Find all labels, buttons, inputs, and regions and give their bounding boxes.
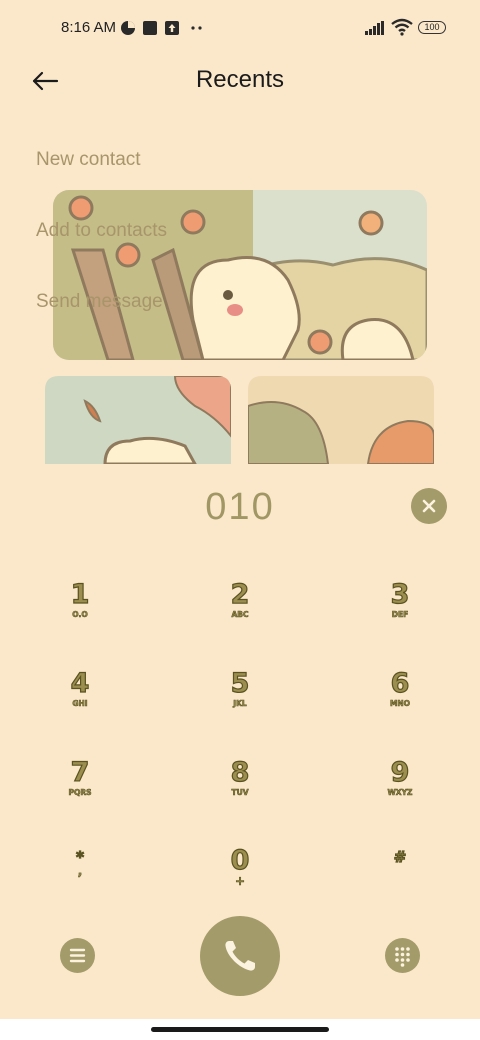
more-notifications-icon <box>191 26 202 30</box>
key-9[interactable]: 9 WXYZ <box>350 757 450 822</box>
send-message-option[interactable]: Send message <box>36 291 163 313</box>
clear-button[interactable] <box>411 488 447 524</box>
key-letters: DEF <box>391 610 409 620</box>
notification-icon <box>143 21 157 35</box>
signal-icon <box>365 21 384 35</box>
status-bar: 8:16 AM 100 <box>0 0 480 56</box>
key-2[interactable]: 2 ABC <box>190 579 290 644</box>
menu-icon <box>69 948 86 963</box>
dialed-number: 010 <box>205 486 275 528</box>
key-letters: TUV <box>231 788 249 798</box>
key-letters: PQRS <box>68 788 92 798</box>
new-contact-option[interactable]: New contact <box>36 149 141 171</box>
theme-icon <box>121 21 135 35</box>
key-digit: 3 <box>390 579 410 610</box>
dialpad-button[interactable] <box>385 938 420 973</box>
key-letters: MNO <box>389 699 411 709</box>
key-4[interactable]: 4 GHI <box>30 668 130 733</box>
key-7[interactable]: 7 PQRS <box>30 757 130 822</box>
home-indicator[interactable] <box>151 1027 329 1032</box>
key-star[interactable]: * , <box>30 847 130 912</box>
wallpaper-illustration-left <box>45 376 231 464</box>
wallpaper-illustration-large <box>53 190 427 360</box>
key-digit: 6 <box>390 668 410 699</box>
key-digit: 4 <box>70 668 90 699</box>
battery-indicator: 100 <box>418 21 446 34</box>
key-letters: ABC <box>231 610 249 620</box>
key-hash[interactable]: # <box>350 847 450 912</box>
key-digit: 8 <box>230 757 250 788</box>
upload-icon <box>165 21 179 35</box>
phone-icon <box>225 941 255 971</box>
key-1[interactable]: 1 O.O <box>30 579 130 644</box>
add-to-contacts-option[interactable]: Add to contacts <box>36 220 167 242</box>
key-letters: JKL <box>233 699 247 709</box>
wifi-icon <box>391 18 413 36</box>
key-letters: O.O <box>72 610 88 620</box>
dialpad-icon <box>395 947 410 967</box>
key-5[interactable]: 5 JKL <box>190 668 290 733</box>
key-digit: 1 <box>70 579 90 610</box>
wallpaper-illustration-right <box>248 376 434 464</box>
key-digit: 9 <box>390 757 410 788</box>
key-letters: , <box>77 864 83 878</box>
key-letters: WXYZ <box>387 788 413 798</box>
key-digit: 7 <box>70 757 90 788</box>
call-button[interactable] <box>200 916 280 996</box>
status-time: 8:16 AM <box>61 19 117 36</box>
key-digit: 0 <box>230 845 250 876</box>
key-8[interactable]: 8 TUV <box>190 757 290 822</box>
key-digit: 2 <box>230 579 250 610</box>
key-digit: # <box>393 847 407 866</box>
menu-button[interactable] <box>60 938 95 973</box>
key-letters: GHI <box>72 699 88 709</box>
page-title: Recents <box>195 66 285 93</box>
key-3[interactable]: 3 DEF <box>350 579 450 644</box>
key-0[interactable]: 0 + <box>190 845 290 910</box>
clear-icon <box>422 499 436 513</box>
key-6[interactable]: 6 MNO <box>350 668 450 733</box>
key-digit: 5 <box>230 668 250 699</box>
key-letters: + <box>234 874 246 888</box>
